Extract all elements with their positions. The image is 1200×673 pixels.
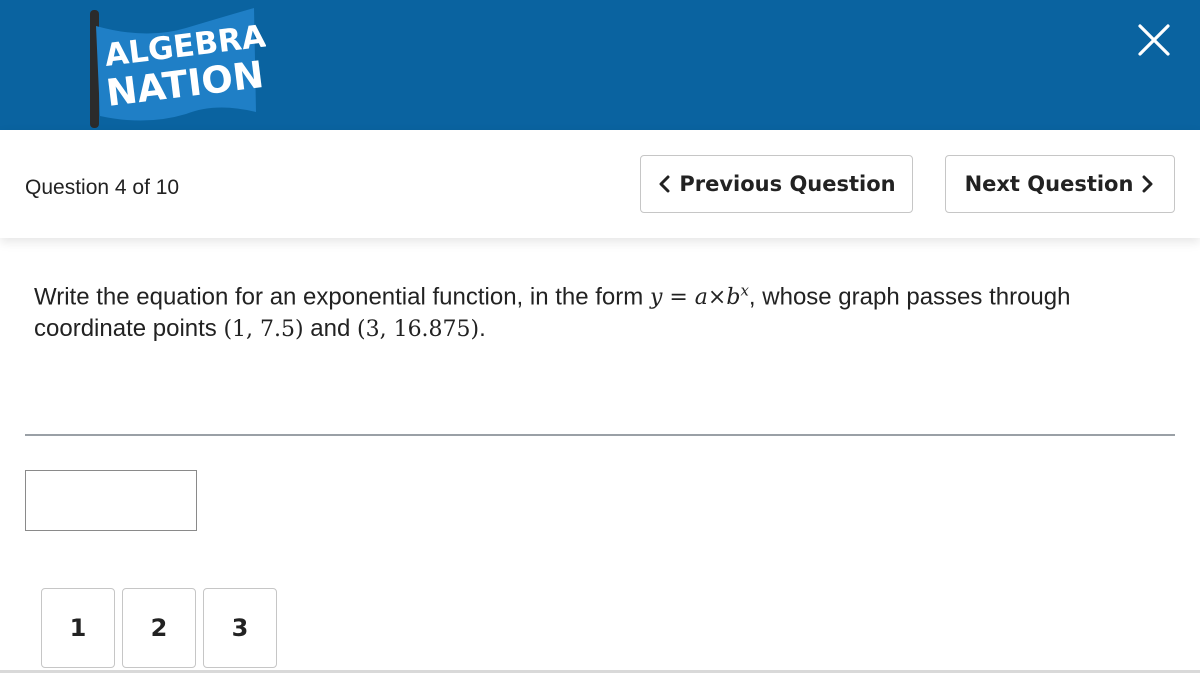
next-question-button[interactable]: Next Question <box>945 155 1175 213</box>
question-text-and: and <box>303 315 357 343</box>
formula-equals: = <box>662 285 695 311</box>
question-text-end: . <box>479 315 486 343</box>
formula-b: b <box>726 285 741 311</box>
previous-question-button[interactable]: Previous Question <box>640 155 913 213</box>
formula: y = a×bx <box>649 282 749 311</box>
answer-input[interactable] <box>25 470 197 531</box>
close-button[interactable] <box>1132 18 1176 62</box>
formula-exponent-x: x <box>740 282 749 300</box>
question-divider <box>25 434 1175 436</box>
chevron-left-icon <box>659 175 670 193</box>
chevron-right-icon <box>1142 175 1153 193</box>
header-bar: ALGEBRA NATION <box>0 0 1200 130</box>
question-text-before: Write the equation for an exponential fu… <box>34 283 650 311</box>
question-counter: Question 4 of 10 <box>25 176 180 199</box>
algebra-nation-logo: ALGEBRA NATION <box>90 8 266 128</box>
formula-times: × <box>707 285 727 311</box>
coordinate-point-1: (1, 7.5) <box>223 317 304 343</box>
question-prompt: Write the equation for an exponential fu… <box>34 276 1184 345</box>
previous-question-label: Previous Question <box>679 172 896 196</box>
formula-a: a <box>694 285 708 311</box>
next-question-label: Next Question <box>964 172 1134 196</box>
question-nav-bar: Question 4 of 10 Previous Question Next … <box>0 130 1200 238</box>
page-button-2[interactable]: 2 <box>122 588 196 668</box>
coordinate-point-2: (3, 16.875) <box>357 317 480 343</box>
page-button-1[interactable]: 1 <box>41 588 115 668</box>
formula-y: y <box>649 285 663 311</box>
close-icon <box>1138 24 1170 56</box>
page-button-3[interactable]: 3 <box>203 588 277 668</box>
